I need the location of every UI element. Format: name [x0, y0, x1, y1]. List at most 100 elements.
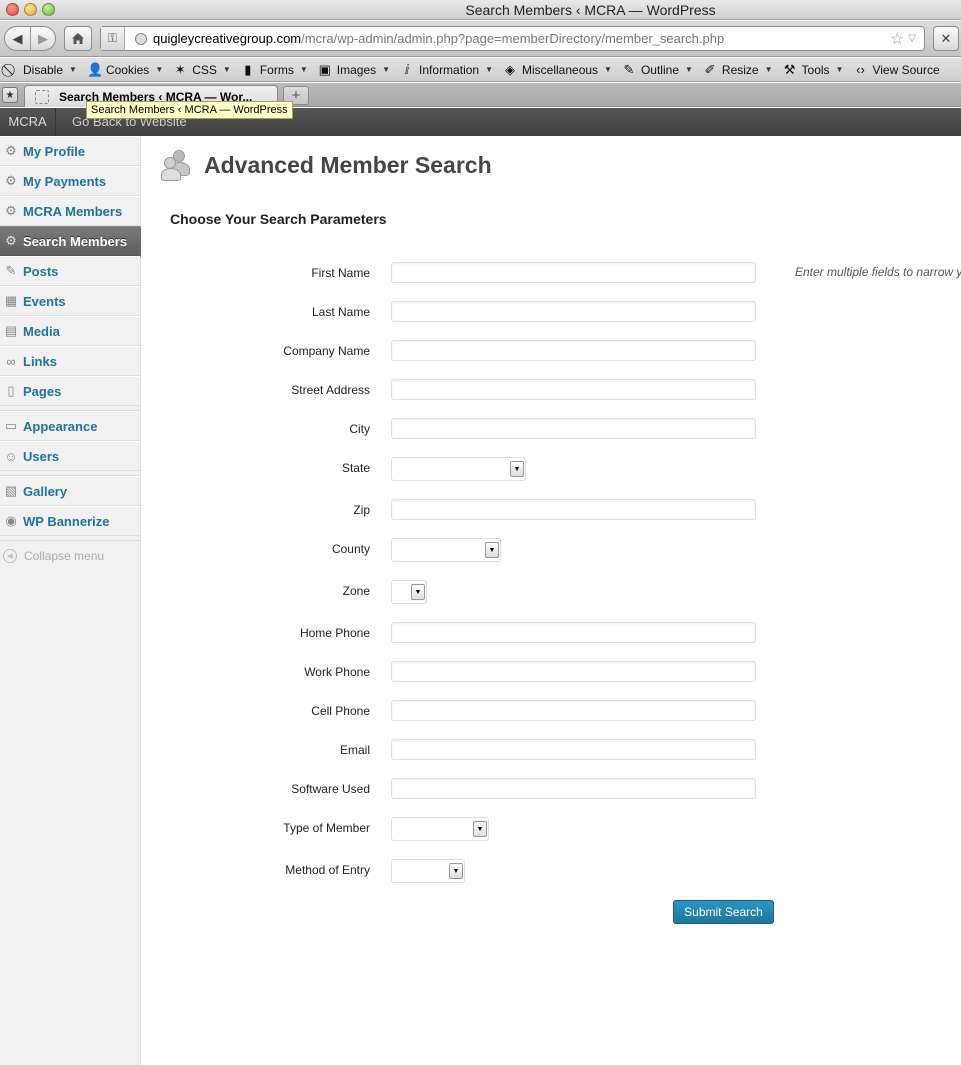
- clipboard-icon: ▮: [244, 61, 252, 77]
- row-software-used: Software Used: [141, 778, 781, 802]
- caret-down-icon: ▼: [485, 65, 493, 74]
- row-cell-phone: Cell Phone: [141, 700, 781, 724]
- street-address-input[interactable]: [391, 379, 756, 400]
- sidebar-item-my-payments[interactable]: ⚙ My Payments: [0, 166, 140, 196]
- section-title: Choose Your Search Parameters: [170, 211, 387, 227]
- sidebar-item-links[interactable]: ∞ Links: [0, 346, 140, 376]
- toolbar-images-menu[interactable]: ▣ Images ▼: [318, 62, 390, 78]
- zip-label: Zip: [353, 503, 370, 517]
- first-name-input[interactable]: [391, 262, 756, 283]
- block-icon: ⃠: [4, 62, 18, 78]
- sidebar-item-posts[interactable]: ✎ Posts: [0, 256, 140, 286]
- toolbar-cookies-menu[interactable]: 👤 Cookies ▼: [87, 62, 163, 78]
- work-phone-input[interactable]: [391, 661, 756, 682]
- sidebar-item-wp-bannerize[interactable]: ◉ WP Bannerize: [0, 506, 140, 536]
- chevron-down-icon: ▼: [411, 584, 425, 600]
- browser-navbar: ◀ ▶ ⚿ quigleycreativegroup.com /mcra/wp-…: [0, 21, 961, 57]
- method-of-entry-label: Method of Entry: [285, 863, 370, 877]
- sidebar-item-users[interactable]: ☺ Users: [0, 441, 140, 471]
- toolbar-information-menu[interactable]: ⅈ Information ▼: [400, 62, 493, 78]
- sidebar-item-search-members[interactable]: ⚙ Search Members: [0, 226, 148, 258]
- address-bar[interactable]: ⚿ quigleycreativegroup.com /mcra/wp-admi…: [100, 26, 925, 51]
- ruler-icon: ✐: [704, 61, 716, 77]
- sidebar-item-media[interactable]: ▤ Media: [0, 316, 140, 346]
- caret-down-icon: ▼: [222, 65, 231, 74]
- calendar-icon: ▦: [4, 293, 18, 308]
- city-input[interactable]: [391, 418, 756, 439]
- site-name-link[interactable]: MCRA: [0, 108, 56, 136]
- state-select[interactable]: ▼: [391, 457, 526, 481]
- zone-select[interactable]: ▼: [391, 580, 427, 604]
- sidebar-item-label: WP Bannerize: [23, 513, 110, 529]
- window-titlebar: Search Members ‹ MCRA — WordPress: [0, 0, 961, 20]
- search-hint: Enter multiple fields to narrow y: [795, 265, 961, 279]
- sidebar-item-label: Gallery: [23, 483, 68, 499]
- chevron-down-icon: ▼: [473, 821, 487, 837]
- toolbar-item-label: Outline: [640, 62, 679, 77]
- first-name-label: First Name: [311, 266, 370, 280]
- row-work-phone: Work Phone: [141, 661, 781, 685]
- toolbar-resize-menu[interactable]: ✐ Resize ▼: [703, 61, 773, 78]
- history-dropdown-icon[interactable]: ▽: [908, 33, 916, 44]
- gear-icon: ⚙: [5, 233, 17, 248]
- caret-down-icon: ▼: [604, 65, 612, 74]
- type-of-member-select[interactable]: ▼: [391, 817, 489, 841]
- gear-icon: ⚙: [5, 173, 17, 188]
- sidebar-item-gallery[interactable]: ▧ Gallery: [0, 476, 140, 506]
- back-arrow-icon: ◀: [12, 30, 23, 46]
- gallery-icon: ▧: [4, 483, 18, 498]
- sidebar-item-events[interactable]: ▦ Events: [0, 286, 140, 316]
- caret-down-icon: ▼: [69, 65, 77, 74]
- tab-group-icon[interactable]: ★: [2, 87, 18, 103]
- last-name-input[interactable]: [391, 301, 756, 322]
- sidebar-item-pages[interactable]: ▯ Pages: [0, 376, 140, 406]
- sidebar-item-label: Users: [23, 448, 60, 464]
- sidebar-item-label: Posts: [23, 263, 59, 279]
- toolbar-item-label: Cookies: [105, 62, 150, 77]
- row-type-of-member: Type of Member ▼: [141, 817, 781, 841]
- row-last-name: Last Name: [141, 301, 781, 325]
- home-phone-input[interactable]: [391, 622, 756, 643]
- email-input[interactable]: [391, 739, 756, 760]
- software-used-input[interactable]: [391, 778, 756, 799]
- caret-down-icon: ▼: [685, 65, 693, 74]
- toolbar-forms-menu[interactable]: ▮ Forms ▼: [241, 62, 308, 78]
- caret-down-icon: ▼: [155, 65, 164, 74]
- cell-phone-label: Cell Phone: [311, 704, 370, 718]
- sidebar-item-label: My Payments: [23, 173, 107, 189]
- wand-icon: ✶: [174, 61, 186, 77]
- users-icon: ☺: [4, 448, 18, 464]
- info-icon: ⅈ: [404, 61, 410, 77]
- toolbar-miscellaneous-menu[interactable]: ◈ Miscellaneous ▼: [503, 62, 612, 78]
- back-button[interactable]: ◀: [5, 27, 30, 50]
- county-select[interactable]: ▼: [391, 538, 501, 562]
- zip-input[interactable]: [391, 499, 756, 520]
- home-button[interactable]: [64, 26, 92, 51]
- cell-phone-input[interactable]: [391, 700, 756, 721]
- sidebar-item-label: Media: [23, 323, 60, 339]
- collapse-menu-button[interactable]: ◀ Collapse menu: [0, 541, 140, 571]
- sidebar-item-my-profile[interactable]: ⚙ My Profile: [0, 136, 140, 166]
- method-of-entry-select[interactable]: ▼: [391, 859, 465, 883]
- sidebar-item-appearance[interactable]: ▭ Appearance: [0, 411, 140, 441]
- submit-search-button[interactable]: Submit Search: [673, 900, 774, 924]
- toolbar-disable-menu[interactable]: ⃠ Disable ▼: [4, 62, 77, 78]
- caret-down-icon: ▼: [764, 65, 773, 74]
- stop-button[interactable]: ✕: [933, 26, 959, 51]
- url-domain: quigleycreativegroup.com: [153, 31, 302, 46]
- toolbar-outline-menu[interactable]: ✎ Outline ▼: [622, 62, 693, 78]
- globe-icon: ◉: [5, 513, 17, 528]
- media-icon: ▤: [4, 323, 18, 338]
- company-name-input[interactable]: [391, 340, 756, 361]
- close-icon: ✕: [940, 30, 952, 46]
- forward-button[interactable]: ▶: [29, 27, 55, 50]
- cube-icon: ◈: [505, 61, 515, 77]
- bookmark-star-icon[interactable]: ☆: [890, 29, 904, 49]
- pencil-icon: ✎: [623, 61, 635, 77]
- street-address-label: Street Address: [291, 383, 370, 397]
- toolbar-css-menu[interactable]: ✶ CSS ▼: [173, 62, 231, 78]
- sidebar-item-mcra-members[interactable]: ⚙ MCRA Members: [0, 196, 140, 226]
- toolbar-tools-menu[interactable]: ⚒ Tools ▼: [783, 62, 844, 78]
- key-icon[interactable]: ⚿: [101, 27, 125, 50]
- toolbar-view-source-menu[interactable]: ‹› View Source: [853, 62, 940, 77]
